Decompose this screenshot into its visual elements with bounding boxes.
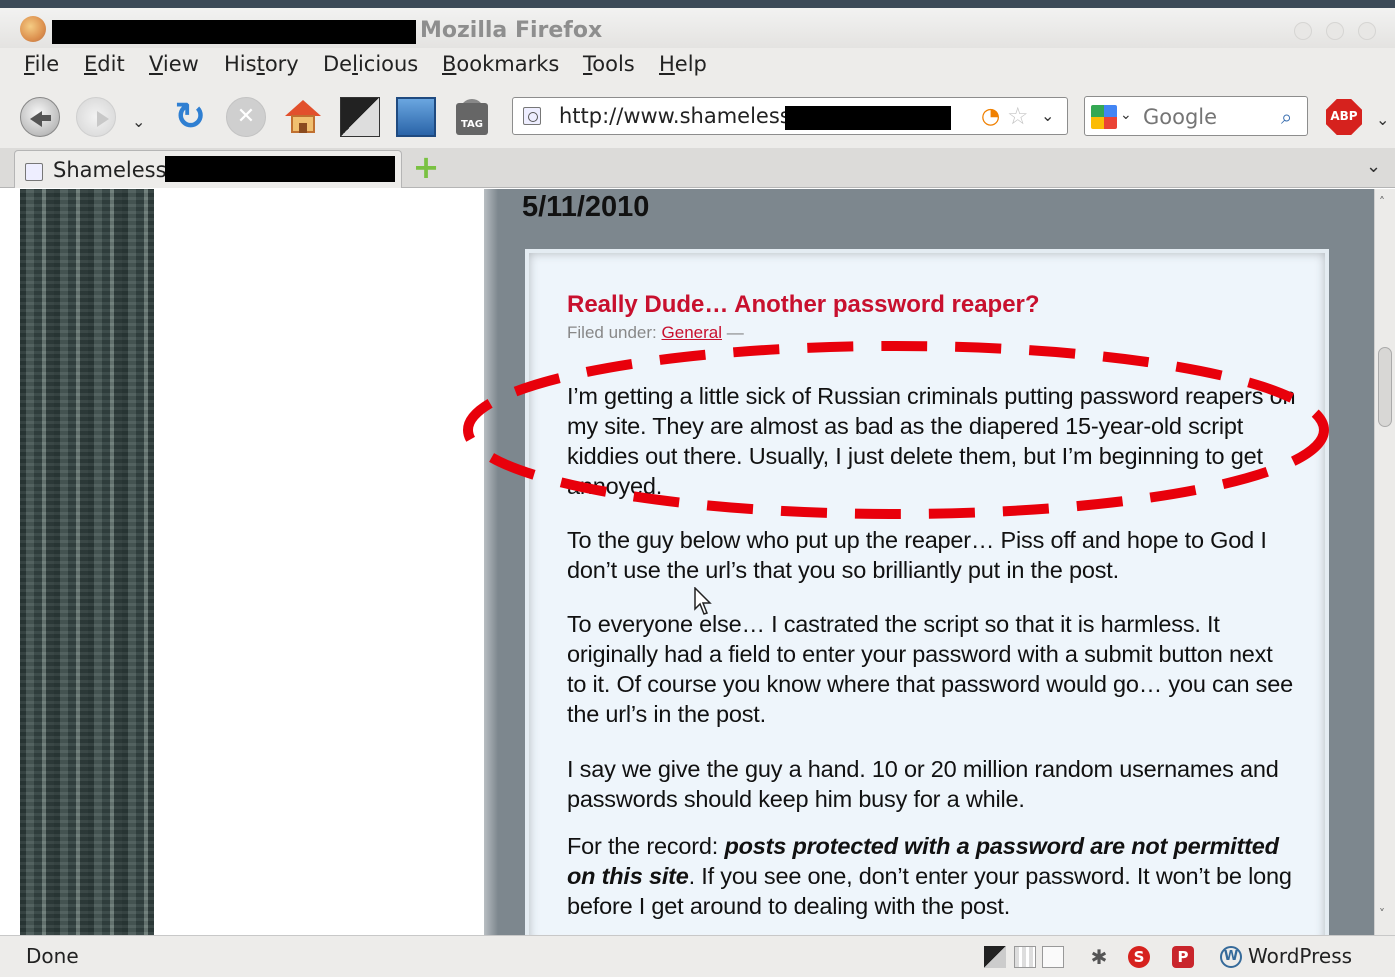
title-bar: Mozilla Firefox [0, 0, 1395, 48]
navigation-toolbar: ⌄ ↻ ✕ TAG http://www.shameless ◔ ☆ ⌄ ⌄ ⌕… [0, 86, 1395, 148]
window-tool-icon[interactable] [396, 97, 436, 137]
back-button[interactable] [20, 97, 60, 137]
redaction-box [785, 106, 951, 130]
search-magnifier-icon[interactable]: ⌕ [1281, 105, 1292, 129]
address-bar[interactable]: http://www.shameless ◔ ☆ ⌄ [512, 97, 1068, 135]
redaction-box [165, 156, 395, 182]
close-button[interactable] [1358, 22, 1376, 40]
meta-dash: — [726, 323, 744, 342]
forward-button[interactable] [76, 97, 116, 137]
google-engine-icon[interactable] [1091, 105, 1117, 129]
tag-button[interactable]: TAG [452, 97, 492, 137]
redaction-box [52, 20, 416, 44]
firefox-logo-icon [20, 16, 46, 42]
scroll-up-arrow-icon[interactable]: ˄ [1379, 195, 1385, 209]
minimize-button[interactable] [1294, 22, 1312, 40]
status-text: Done [26, 944, 79, 968]
vertical-scrollbar[interactable]: ˄ ˅ [1374, 189, 1395, 935]
menu-help[interactable]: Help [659, 52, 707, 76]
screenshot-status-icon[interactable] [984, 946, 1006, 968]
menu-bookmarks[interactable]: Bookmarks [442, 52, 559, 76]
status-bar: Done ✱ S P W WordPress [0, 935, 1395, 977]
home-button[interactable] [283, 97, 323, 137]
search-box[interactable]: ⌄ ⌕ [1084, 96, 1308, 136]
category-link[interactable]: General [662, 323, 722, 342]
tab-title: Shameless [53, 158, 167, 182]
history-dropdown-icon[interactable]: ⌄ [132, 112, 148, 131]
menu-history[interactable]: History [224, 52, 299, 76]
post-title[interactable]: Really Dude… Another password reaper? [567, 291, 1040, 319]
menu-tools[interactable]: Tools [583, 52, 635, 76]
post-paragraph: I’m getting a little sick of Russian cri… [567, 383, 1296, 499]
grid-status-icon[interactable] [1014, 946, 1036, 968]
noscript-status-icon[interactable]: S [1128, 946, 1150, 968]
maximize-button[interactable] [1326, 22, 1344, 40]
site-identity-icon[interactable] [523, 107, 541, 125]
menu-bar: File Edit View History Delicious Bookmar… [0, 48, 1395, 86]
menu-file[interactable]: File [24, 52, 59, 76]
tab-list-chevron-icon[interactable]: ⌄ [1366, 156, 1381, 177]
post-date: 5/11/2010 [522, 191, 650, 223]
decorative-texture-strip [20, 189, 154, 935]
adblock-dropdown-icon[interactable]: ⌄ [1376, 110, 1389, 129]
post-paragraph: To everyone else… I castrated the script… [567, 611, 1293, 727]
page-content: 5/11/2010 Really Dude… Another password … [0, 189, 1374, 935]
stop-button[interactable]: ✕ [226, 97, 266, 137]
tab-bar: Shameless + ⌄ [0, 148, 1395, 188]
post-meta: Filed under: General — [567, 323, 744, 343]
url-text[interactable]: http://www.shameless [559, 104, 791, 128]
menu-edit[interactable]: Edit [84, 52, 125, 76]
search-input[interactable] [1143, 103, 1275, 131]
post-paragraph: To the guy below who put up the reaper… … [567, 527, 1267, 583]
pinboard-status-icon[interactable]: P [1172, 946, 1194, 968]
window-title: Mozilla Firefox [420, 18, 603, 43]
url-dropdown-icon[interactable]: ⌄ [1041, 106, 1054, 125]
rss-feed-icon[interactable]: ◔ [981, 105, 1005, 129]
page-favicon-icon [25, 163, 43, 181]
wordpress-logo-icon: W [1220, 946, 1242, 968]
scroll-down-arrow-icon[interactable]: ˅ [1379, 907, 1385, 921]
record-lead: For the record: [567, 833, 725, 859]
engine-dropdown-icon[interactable]: ⌄ [1120, 107, 1132, 123]
tab-shameless[interactable]: Shameless [14, 150, 402, 188]
new-tab-plus-icon[interactable]: + [412, 151, 440, 183]
filed-under-label: Filed under: [567, 323, 657, 342]
reload-button[interactable]: ↻ [170, 97, 210, 137]
post-paragraph-record: For the record: posts protected with a p… [567, 831, 1297, 921]
post-paragraph: I say we give the guy a hand. 10 or 20 m… [567, 756, 1279, 812]
scrollbar-thumb[interactable] [1378, 347, 1392, 427]
menu-view[interactable]: View [149, 52, 199, 76]
mail-status-icon[interactable] [1042, 946, 1064, 968]
screenshot-tool-icon[interactable] [340, 97, 380, 137]
menu-delicious[interactable]: Delicious [323, 52, 418, 76]
firebug-status-icon[interactable]: ✱ [1088, 946, 1110, 968]
tag-icon: TAG [456, 103, 488, 135]
home-icon [285, 100, 321, 116]
blog-post: Really Dude… Another password reaper? Fi… [525, 249, 1329, 935]
mouse-pointer-icon [694, 587, 712, 615]
adblock-plus-icon[interactable]: ABP [1326, 99, 1362, 135]
bookmark-star-icon[interactable]: ☆ [1007, 102, 1029, 130]
wordpress-status-label[interactable]: WordPress [1248, 944, 1352, 968]
